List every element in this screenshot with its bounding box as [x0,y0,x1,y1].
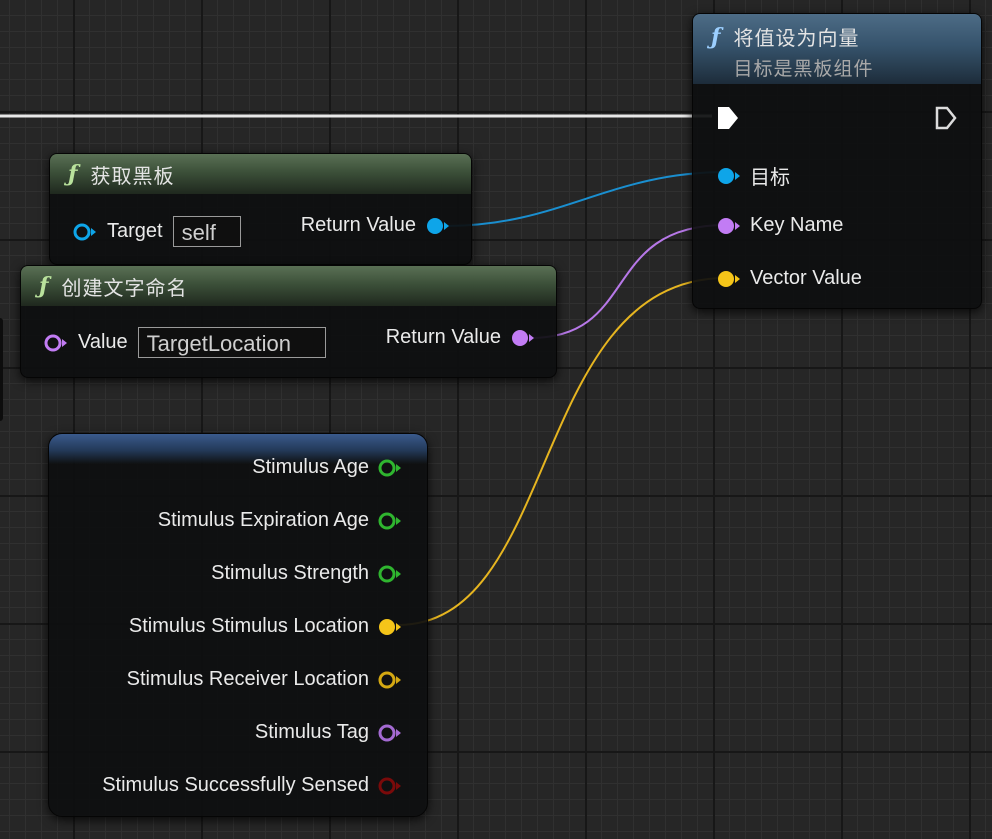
stimulus-successfully-sensed-label: Stimulus Successfully Sensed [102,774,369,796]
stimulus-receiver-location-label: Stimulus Receiver Location [126,668,369,690]
stimulus-expiration-age-pin[interactable] [377,511,403,531]
target-input[interactable]: self [172,216,241,247]
value-input[interactable]: TargetLocation [137,327,326,358]
key-name-pin[interactable] [716,216,742,236]
set-value-as-vector-node[interactable]: ƒ 将值设为向量 目标是黑板组件 目标 Key Name Vector Valu… [692,13,982,309]
stimulus-age-label: Stimulus Age [252,456,369,478]
node-title: 创建文字命名 [61,277,188,300]
node-header[interactable]: ƒ 创建文字命名 [21,266,556,306]
stimulus-tag-pin[interactable] [377,723,403,743]
node-title: 获取黑板 [90,165,175,188]
return-value-label: Return Value [300,214,416,236]
stimulus-stimulus-location-label: Stimulus Stimulus Location [128,615,369,637]
value-pin[interactable] [43,333,69,353]
break-ai-stimulus-node[interactable]: Stimulus Age Stimulus Expiration Age Sti… [48,433,428,817]
stimulus-strength-pin[interactable] [377,564,403,584]
stimulus-strength-label: Stimulus Strength [211,562,369,584]
target-label: 目标 [750,167,790,189]
vector-value-pin[interactable] [716,269,742,289]
function-icon: ƒ [39,273,50,299]
exec-in-pin[interactable] [716,105,740,136]
stimulus-expiration-age-label: Stimulus Expiration Age [157,509,369,531]
offscreen-node-edge [0,318,3,421]
stimulus-stimulus-location-pin[interactable] [377,617,403,637]
key-name-label: Key Name [750,214,844,236]
stimulus-successfully-sensed-pin[interactable] [377,776,403,796]
target-pin[interactable] [716,166,742,186]
node-header[interactable]: ƒ 获取黑板 [50,154,471,194]
get-blackboard-node[interactable]: ƒ 获取黑板 Target self Return Value [49,153,472,265]
function-icon: ƒ [711,24,722,50]
target-label: Target [107,220,163,242]
node-subtitle: 目标是黑板组件 [733,59,874,80]
node-header[interactable]: ƒ 将值设为向量 目标是黑板组件 [693,14,981,84]
return-value-pin[interactable] [425,216,451,236]
make-literal-name-node[interactable]: ƒ 创建文字命名 Value TargetLocation Return Val… [20,265,557,378]
target-pin[interactable] [72,222,98,242]
exec-out-pin[interactable] [934,105,958,136]
stimulus-age-pin[interactable] [377,458,403,478]
vector-value-label: Vector Value [750,267,862,289]
function-icon: ƒ [68,161,79,187]
stimulus-receiver-location-pin[interactable] [377,670,403,690]
object-wire[interactable] [445,171,727,227]
return-value-pin[interactable] [510,328,536,348]
stimulus-tag-label: Stimulus Tag [254,721,369,743]
node-title: 将值设为向量 [733,28,860,50]
value-label: Value [78,331,128,353]
return-value-label: Return Value [385,326,501,348]
